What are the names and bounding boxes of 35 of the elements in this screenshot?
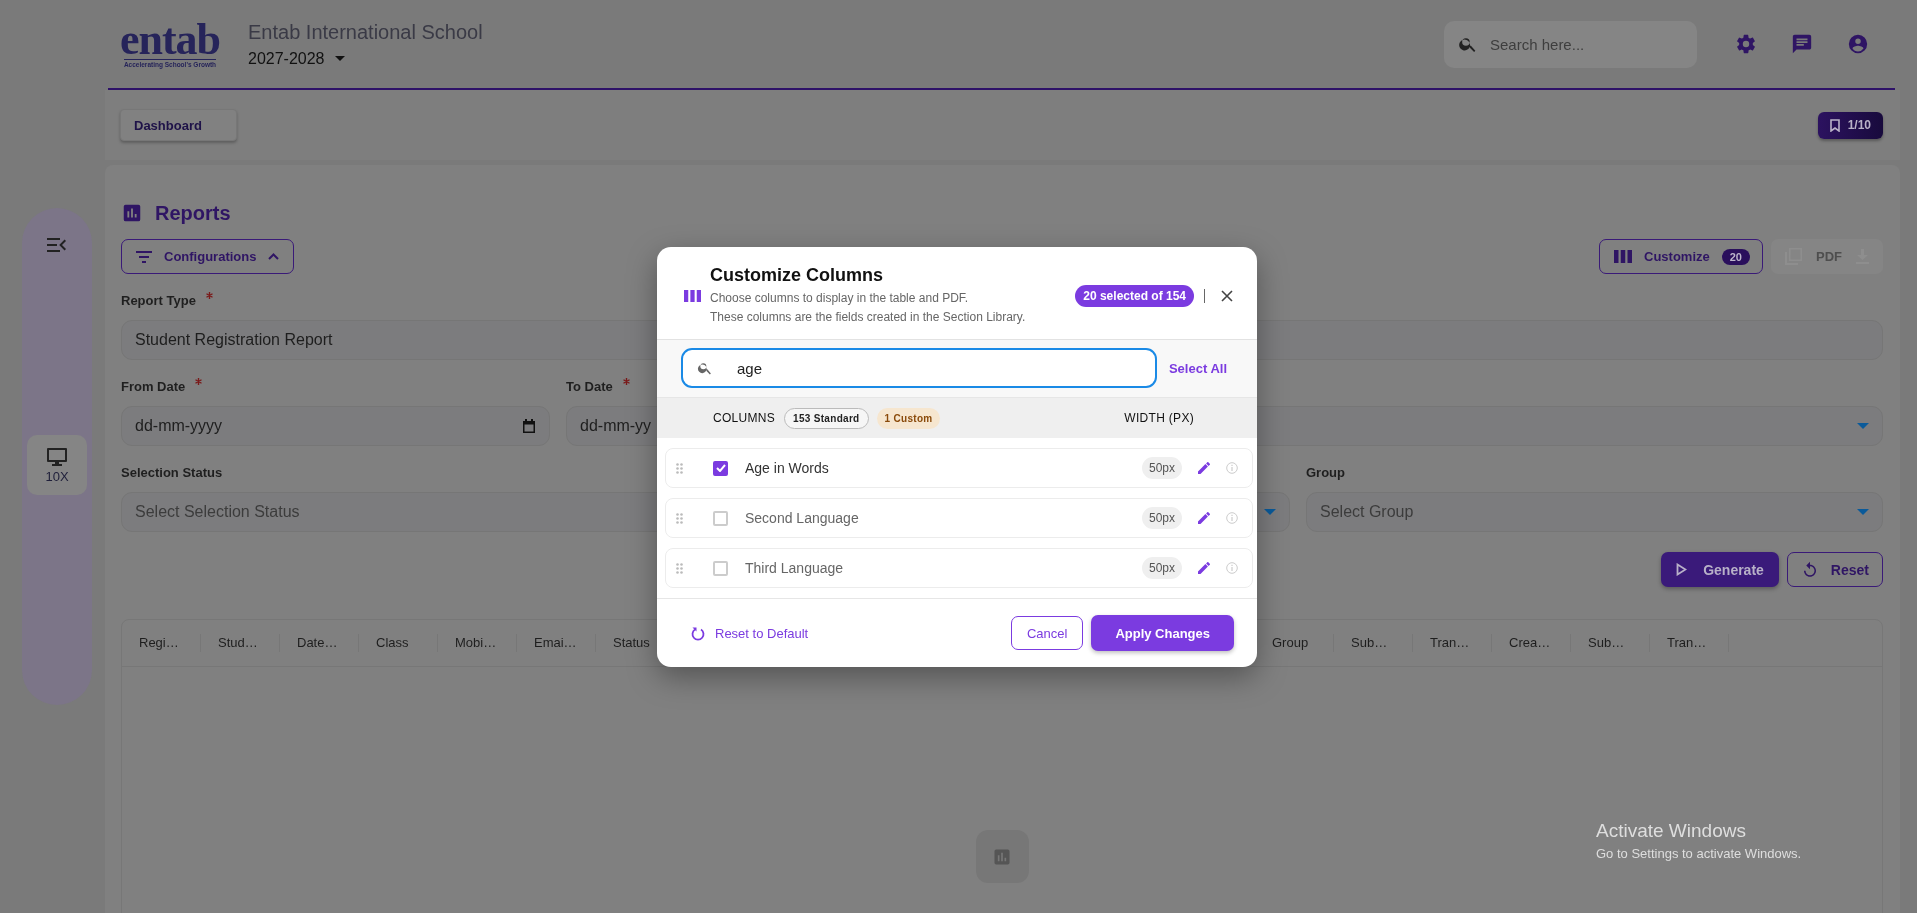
column-header: Stud… bbox=[201, 634, 280, 652]
column-header: Class bbox=[359, 634, 438, 652]
school-name: Entab International School bbox=[248, 20, 483, 44]
activation-notice-text: Go to Settings to activate Windows. bbox=[1596, 846, 1802, 861]
width-chip: 50px bbox=[1141, 457, 1182, 479]
column-header: Crea… bbox=[1492, 634, 1571, 652]
column-header: Regi… bbox=[122, 634, 201, 652]
field-label: Group bbox=[1306, 464, 1345, 482]
width-heading: WIDTH (PX) bbox=[1124, 411, 1194, 425]
column-header: Tran… bbox=[1650, 634, 1729, 652]
dialog-title: Customize Columns bbox=[710, 265, 884, 286]
column-name: Age in Words bbox=[745, 460, 829, 476]
columns-heading: COLUMNS bbox=[713, 411, 776, 425]
column-header: Date… bbox=[280, 634, 359, 652]
width-chip: 50px bbox=[1141, 557, 1182, 579]
dialog-subtitle: These columns are the fields created in the Section Library. bbox=[710, 309, 1026, 326]
field-label: From Date bbox=[121, 378, 186, 396]
standard-count-chip: 153 Standard bbox=[784, 407, 869, 429]
activation-notice-title: Activate Windows bbox=[1596, 820, 1747, 842]
count-badge: 20 bbox=[1721, 248, 1750, 265]
field-label: To Date bbox=[566, 378, 613, 396]
page-title: Reports bbox=[155, 201, 231, 225]
column-name: Second Language bbox=[745, 510, 859, 526]
column-header: Emai… bbox=[517, 634, 596, 652]
column-header: Sub… bbox=[1571, 634, 1650, 652]
dialog-subtitle: Choose columns to display in the table and PDF. bbox=[710, 290, 970, 307]
selection-count-badge: 20 selected of 154 bbox=[1075, 285, 1194, 307]
custom-count-chip: 1 Custom bbox=[876, 407, 941, 429]
column-header: Sub… bbox=[1334, 634, 1413, 652]
width-chip: 50px bbox=[1141, 507, 1182, 529]
field-label: Selection Status bbox=[121, 464, 223, 482]
field-label: Report Type bbox=[121, 292, 196, 310]
column-header: Tran… bbox=[1413, 634, 1492, 652]
column-header: Mobi… bbox=[438, 634, 517, 652]
column-name: Third Language bbox=[745, 560, 844, 576]
